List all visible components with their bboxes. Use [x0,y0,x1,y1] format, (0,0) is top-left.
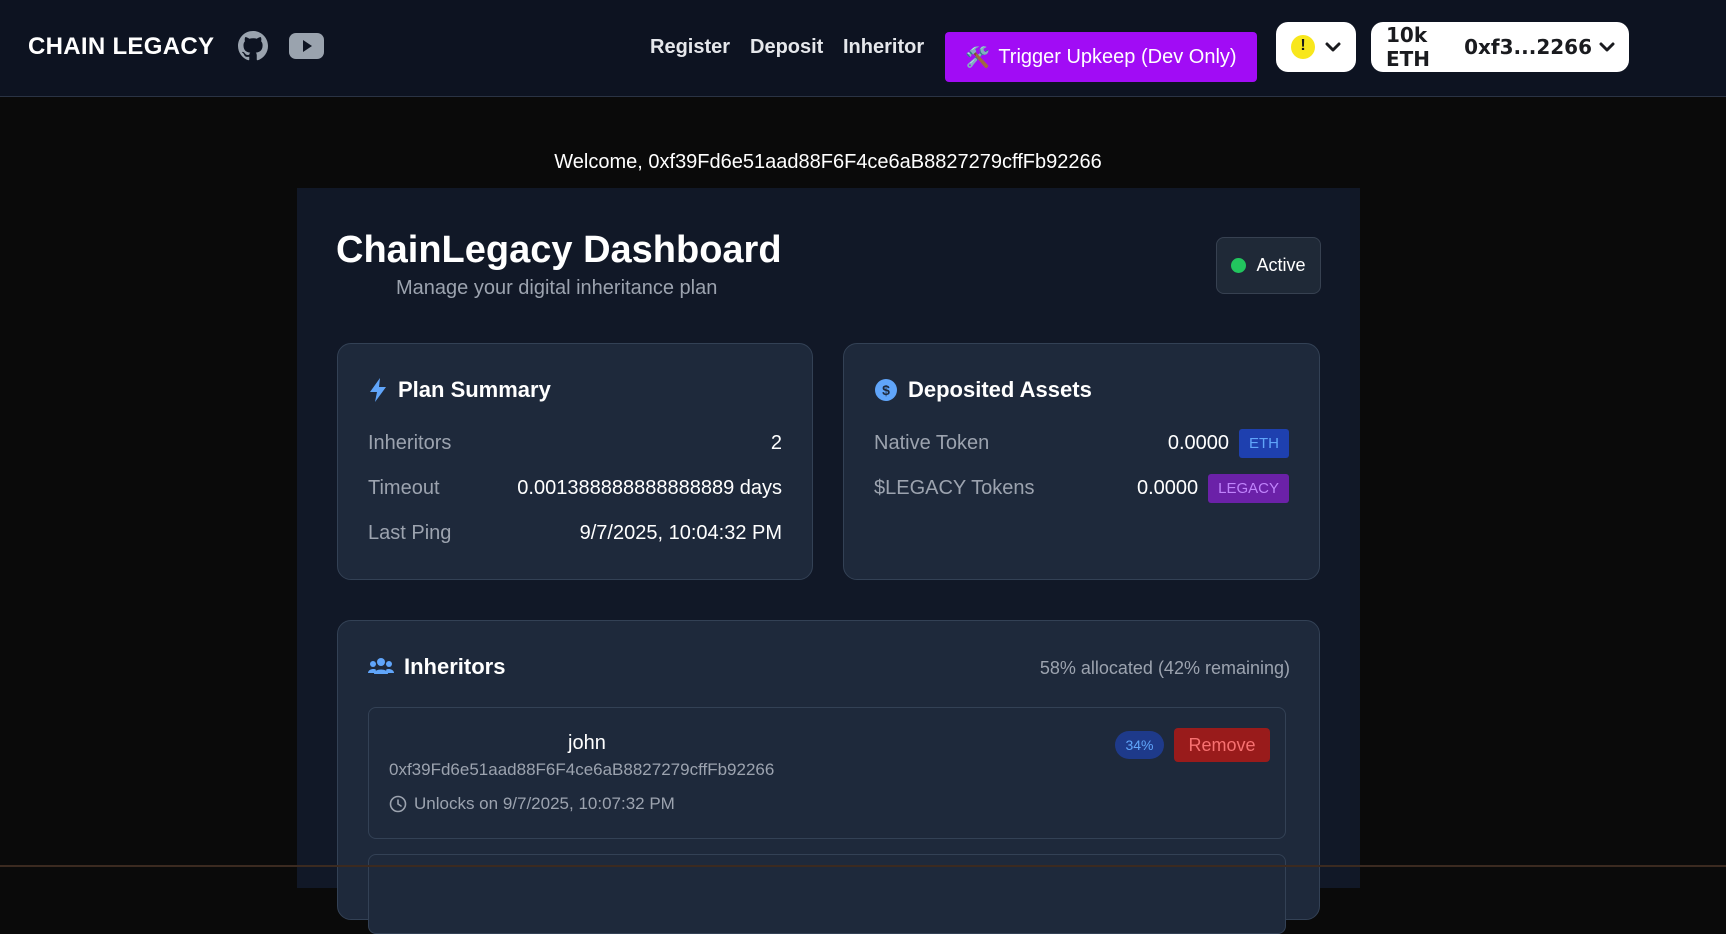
percent-badge: 34% [1115,731,1164,759]
card-title-text: Inheritors [404,654,506,679]
plan-summary-title: Plan Summary [368,377,551,403]
users-icon [368,658,394,674]
dashboard-panel: ChainLegacy Dashboard Manage your digita… [297,188,1360,934]
welcome-message: Welcome, 0xf39Fd6e51aad88F6F4ce6aB882727… [554,151,1102,173]
balance-text: 10k ETH [1386,23,1431,71]
chevron-down-icon [1599,42,1615,52]
row-value: 0.0000 LEGACY [1137,474,1289,503]
youtube-icon[interactable] [289,33,324,59]
trigger-upkeep-label: Trigger Upkeep (Dev Only) [998,45,1237,68]
warning-icon [1291,35,1315,59]
asset-row-legacy: $LEGACY Tokens 0.0000 LEGACY [874,474,1289,503]
card-title-text: Plan Summary [398,377,551,402]
nav-deposit[interactable]: Deposit [750,36,823,59]
top-navbar: CHAIN LEGACY Register Deposit Inheritor … [0,0,1726,97]
row-label: Inheritors [368,432,452,454]
legacy-tag: LEGACY [1208,474,1289,503]
page-title: ChainLegacy Dashboard [336,229,782,271]
inheritors-title: Inheritors [368,654,505,680]
github-icon[interactable] [238,31,268,61]
row-value: 2 [770,432,782,454]
inheritor-name: john [568,732,606,754]
inheritors-card: Inheritors 58% allocated (42% remaining)… [337,620,1320,934]
nav-register[interactable]: Register [650,36,730,59]
page-subtitle: Manage your digital inheritance plan [396,277,718,299]
plan-summary-card: Plan Summary Inheritors 2 Timeout 0.0013… [337,343,813,580]
trigger-upkeep-button[interactable]: 🛠️ Trigger Upkeep (Dev Only) [945,32,1257,82]
brand-logo[interactable]: CHAIN LEGACY [28,33,214,61]
account-address: 0xf3...2266 [1464,35,1592,59]
asset-amount: 0.0000 [1136,477,1199,499]
deposited-assets-title: $ Deposited Assets [874,377,1092,403]
tools-icon: 🛠️ [965,46,991,69]
row-label: $LEGACY Tokens [874,477,1035,499]
row-value: 9/7/2025, 10:04:32 PM [579,522,782,544]
asset-amount: 0.0000 [1167,432,1229,454]
status-label: Active [1256,255,1306,275]
clock-icon [389,795,407,813]
lightning-icon [370,378,386,402]
allocation-summary: 58% allocated (42% remaining) [1039,658,1290,678]
deposited-assets-card: $ Deposited Assets Native Token 0.0000 E… [843,343,1320,580]
inheritor-unlock: Unlocks on 9/7/2025, 10:07:32 PM [389,794,675,814]
asset-row-native: Native Token 0.0000 ETH [874,429,1289,458]
unlock-text: Unlocks on 9/7/2025, 10:07:32 PM [414,794,675,813]
network-selector-button[interactable] [1276,22,1356,72]
row-label: Timeout [368,477,440,499]
row-value: 0.001388888888888889 days [517,477,782,499]
summary-row-inheritors: Inheritors 2 [368,432,782,455]
remove-inheritor-button[interactable]: Remove [1174,728,1270,762]
summary-row-timeout: Timeout 0.001388888888888889 days [368,477,782,500]
inheritor-item: john 0xf39Fd6e51aad88F6F4ce6aB8827279cff… [368,707,1286,839]
row-label: Last Ping [368,522,452,544]
summary-row-last-ping: Last Ping 9/7/2025, 10:04:32 PM [368,522,782,545]
chevron-down-icon [1325,42,1341,52]
svg-text:$: $ [882,382,890,398]
card-title-text: Deposited Assets [908,377,1092,402]
account-button[interactable]: 10k ETH 0xf3...2266 [1371,22,1629,72]
inheritor-address: 0xf39Fd6e51aad88F6F4ce6aB8827279cffFb922… [389,760,775,779]
status-badge: Active [1216,237,1321,294]
row-value: 0.0000 ETH [1168,429,1289,458]
row-label: Native Token [874,432,990,454]
dollar-coin-icon: $ [875,379,897,401]
status-dot-icon [1231,258,1247,273]
nav-inheritor[interactable]: Inheritor [843,36,924,59]
eth-tag: ETH [1239,429,1289,458]
